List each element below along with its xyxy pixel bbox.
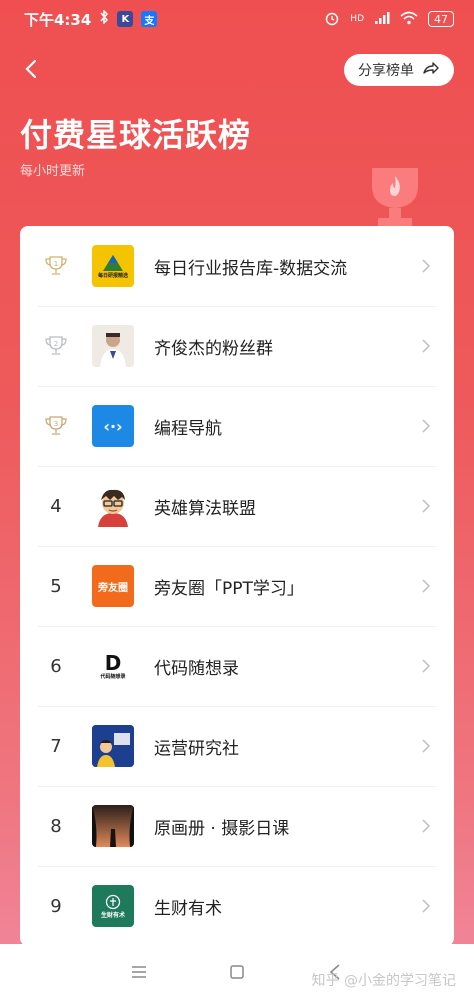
- trophy-icon: [362, 160, 428, 230]
- rank-number: 4: [50, 495, 62, 517]
- chevron-right-icon: [422, 499, 431, 513]
- svg-text:1: 1: [54, 260, 58, 268]
- group-avatar: 旁友圈: [92, 565, 134, 607]
- home-icon: [230, 965, 244, 979]
- ranking-item-2[interactable]: 2 齐俊杰的粉丝群: [20, 306, 454, 386]
- chevron-right-icon: [422, 739, 431, 753]
- alipay-icon: 支: [141, 11, 158, 27]
- group-avatar: 每日研报精选: [92, 245, 134, 287]
- page-subtitle: 每小时更新: [20, 164, 86, 179]
- group-name: 代码随想录: [154, 658, 239, 679]
- watermark: 知乎 @小金的学习笔记: [311, 973, 456, 989]
- group-avatar: [92, 805, 134, 847]
- bronze-medal-icon: 3: [38, 415, 74, 437]
- rank-number: 9: [50, 895, 62, 917]
- chevron-right-icon: [422, 579, 431, 593]
- group-name: 运营研究社: [154, 738, 239, 759]
- ranking-item-9[interactable]: 9 生财有术 生财有术: [20, 866, 454, 946]
- group-avatar: [92, 725, 134, 767]
- group-avatar: [92, 325, 134, 367]
- group-avatar: ‹·›: [92, 405, 134, 447]
- svg-text:2: 2: [54, 340, 58, 348]
- chevron-right-icon: [422, 259, 431, 273]
- app-k-icon: K: [117, 11, 134, 27]
- ranking-list: 1 每日研报精选 每日行业报告库-数据交流 2 齐俊杰的粉丝群 3 ‹·› 编程…: [20, 226, 454, 946]
- group-name: 生财有术: [154, 898, 222, 919]
- back-button[interactable]: [18, 56, 44, 82]
- status-right: HD 47: [324, 10, 454, 29]
- chevron-left-icon: [25, 59, 37, 79]
- bluetooth-icon: [99, 9, 109, 28]
- chevron-right-icon: [422, 419, 431, 433]
- group-name: 原画册 · 摄影日课: [154, 818, 290, 839]
- rank-number: 6: [50, 655, 62, 677]
- group-name: 旁友圈「PPT学习」: [154, 578, 304, 599]
- menu-icon: [132, 966, 146, 978]
- rank-number: 5: [50, 575, 62, 597]
- page-title: 付费星球活跃榜: [20, 116, 252, 154]
- group-avatar: [92, 485, 134, 527]
- ranking-card: 1 每日研报精选 每日行业报告库-数据交流 2 齐俊杰的粉丝群 3 ‹·› 编程…: [20, 226, 454, 946]
- group-avatar: 生财有术: [92, 885, 134, 927]
- wifi-icon: [400, 11, 418, 28]
- status-left: 下午4:34 K 支: [24, 9, 158, 30]
- group-name: 编程导航: [154, 418, 222, 439]
- home-button[interactable]: [225, 960, 249, 984]
- signal-icon: [374, 11, 390, 28]
- chevron-right-icon: [422, 819, 431, 833]
- group-avatar: D 代码随想录: [92, 645, 134, 687]
- share-icon: [422, 61, 440, 79]
- rank-number: 7: [50, 735, 62, 757]
- gold-medal-icon: 1: [38, 255, 74, 277]
- menu-button[interactable]: [127, 960, 151, 984]
- share-label: 分享榜单: [358, 63, 414, 79]
- silver-medal-icon: 2: [38, 335, 74, 357]
- ranking-item-1[interactable]: 1 每日研报精选 每日行业报告库-数据交流: [20, 226, 454, 306]
- group-name: 英雄算法联盟: [154, 498, 256, 519]
- status-bar: 下午4:34 K 支 HD 47: [0, 0, 474, 38]
- chevron-right-icon: [422, 339, 431, 353]
- svg-text:3: 3: [54, 420, 58, 428]
- ranking-item-7[interactable]: 7 运营研究社: [20, 706, 454, 786]
- status-time: 下午4:34: [24, 10, 92, 29]
- signal-label: HD: [350, 14, 364, 24]
- ranking-item-5[interactable]: 5 旁友圈 旁友圈「PPT学习」: [20, 546, 454, 626]
- alarm-icon: [324, 10, 340, 29]
- ranking-item-4[interactable]: 4 英雄算法联盟: [20, 466, 454, 546]
- ranking-item-3[interactable]: 3 ‹·› 编程导航: [20, 386, 454, 466]
- chevron-right-icon: [422, 899, 431, 913]
- ranking-item-8[interactable]: 8 原画册 · 摄影日课: [20, 786, 454, 866]
- battery-indicator: 47: [428, 11, 454, 27]
- ranking-item-6[interactable]: 6 D 代码随想录 代码随想录: [20, 626, 454, 706]
- group-name: 每日行业报告库-数据交流: [154, 258, 348, 279]
- share-ranking-button[interactable]: 分享榜单: [344, 54, 454, 86]
- chevron-right-icon: [422, 659, 431, 673]
- rank-number: 8: [50, 815, 62, 837]
- group-name: 齐俊杰的粉丝群: [154, 338, 273, 359]
